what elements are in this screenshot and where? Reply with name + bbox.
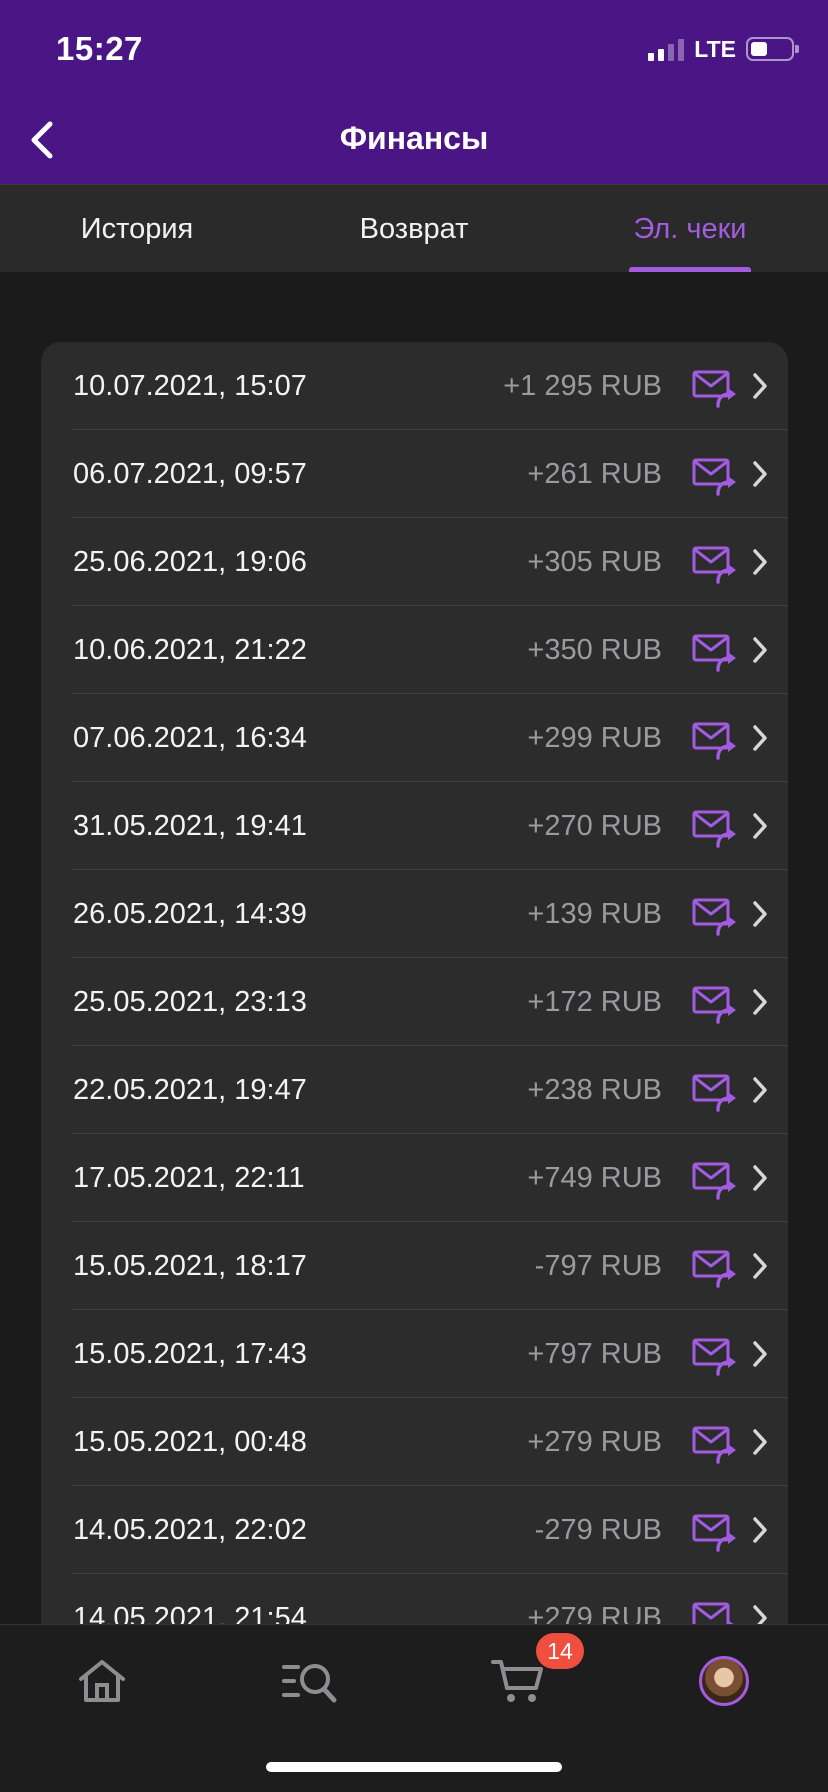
tab-history[interactable]: История: [30, 185, 244, 273]
receipt-list: 10.07.2021, 15:07 +1 295 RUB 06.07.2021, 0…: [41, 342, 788, 1742]
cart-count-badge: 14: [536, 1633, 584, 1669]
cart-icon: [491, 1660, 543, 1702]
home-indicator: [266, 1762, 562, 1772]
signal-icon: [648, 37, 685, 61]
chevron-right-icon: [753, 1077, 767, 1103]
tab-refund[interactable]: Возврат: [308, 185, 520, 273]
chevron-right-icon: [753, 1165, 767, 1191]
receipt-row[interactable]: 31.05.2021, 19:41 +270 RUB: [41, 782, 788, 870]
chevron-right-icon: [753, 1517, 767, 1543]
receipt-amount: +1 295 RUB: [503, 370, 662, 402]
nav-catalog-search[interactable]: [270, 1649, 350, 1713]
receipt-date: 25.06.2021, 19:06: [73, 546, 307, 578]
receipt-date: 26.05.2021, 14:39: [73, 898, 307, 930]
chevron-right-icon: [753, 725, 767, 751]
receipt-date: 15.05.2021, 18:17: [73, 1250, 307, 1282]
receipt-amount: +270 RUB: [527, 810, 662, 842]
active-tab-indicator: [629, 267, 751, 272]
receipt-date: 06.07.2021, 09:57: [73, 458, 307, 490]
profile-avatar: [699, 1656, 749, 1706]
receipt-date: 07.06.2021, 16:34: [73, 722, 307, 754]
receipt-amount: +139 RUB: [527, 898, 662, 930]
mail-forward-icon[interactable]: [692, 1160, 736, 1200]
receipt-amount: -279 RUB: [534, 1514, 662, 1546]
tab-e-receipts[interactable]: Эл. чеки: [600, 185, 780, 273]
chevron-right-icon: [753, 813, 767, 839]
mail-forward-icon[interactable]: [692, 1424, 736, 1464]
mail-forward-icon[interactable]: [692, 1248, 736, 1288]
chevron-right-icon: [753, 989, 767, 1015]
receipt-date: 31.05.2021, 19:41: [73, 810, 307, 842]
status-time: 15:27: [56, 30, 143, 67]
chevron-right-icon: [753, 373, 767, 399]
chevron-right-icon: [753, 461, 767, 487]
receipt-date: 17.05.2021, 22:11: [73, 1162, 305, 1194]
mail-forward-icon[interactable]: [692, 984, 736, 1024]
chevron-right-icon: [753, 1253, 767, 1279]
receipt-date: 25.05.2021, 23:13: [73, 986, 307, 1018]
receipt-amount: +749 RUB: [527, 1162, 662, 1194]
chevron-right-icon: [753, 1429, 767, 1455]
receipt-row[interactable]: 10.07.2021, 15:07 +1 295 RUB: [41, 342, 788, 430]
receipt-date: 14.05.2021, 22:02: [73, 1514, 307, 1546]
receipt-row[interactable]: 25.05.2021, 23:13 +172 RUB: [41, 958, 788, 1046]
receipt-amount: -797 RUB: [534, 1250, 662, 1282]
chevron-right-icon: [753, 549, 767, 575]
receipt-row[interactable]: 06.07.2021, 09:57 +261 RUB: [41, 430, 788, 518]
receipt-date: 10.07.2021, 15:07: [73, 370, 307, 402]
chevron-right-icon: [753, 1341, 767, 1367]
receipt-row[interactable]: 15.05.2021, 00:48 +279 RUB: [41, 1398, 788, 1486]
mail-forward-icon[interactable]: [692, 720, 736, 760]
receipt-row[interactable]: 15.05.2021, 18:17 -797 RUB: [41, 1222, 788, 1310]
finance-screen: 15:27 LTE Финансы История Возврат Эл. че…: [0, 0, 828, 1792]
mail-forward-icon[interactable]: [692, 368, 736, 408]
receipt-date: 15.05.2021, 17:43: [73, 1338, 307, 1370]
mail-forward-icon[interactable]: [692, 1072, 736, 1112]
catalog-search-icon: [282, 1664, 337, 1703]
nav-home[interactable]: [62, 1649, 142, 1713]
mail-forward-icon[interactable]: [692, 1336, 736, 1376]
mail-forward-icon[interactable]: [692, 544, 736, 584]
battery-icon: [746, 37, 799, 61]
app-header: 15:27 LTE Финансы: [0, 0, 828, 184]
receipt-row[interactable]: 26.05.2021, 14:39 +139 RUB: [41, 870, 788, 958]
finance-tabs: История Возврат Эл. чеки: [0, 184, 828, 272]
receipt-amount: +797 RUB: [527, 1338, 662, 1370]
receipt-date: 10.06.2021, 21:22: [73, 634, 307, 666]
network-label: LTE: [694, 35, 736, 62]
receipt-date: 15.05.2021, 00:48: [73, 1426, 307, 1458]
receipt-amount: +350 RUB: [527, 634, 662, 666]
receipt-row[interactable]: 15.05.2021, 17:43 +797 RUB: [41, 1310, 788, 1398]
receipt-date: 22.05.2021, 19:47: [73, 1074, 307, 1106]
home-icon: [79, 1660, 125, 1702]
mail-forward-icon[interactable]: [692, 1512, 736, 1552]
receipt-amount: +261 RUB: [527, 458, 662, 490]
nav-profile[interactable]: [684, 1649, 764, 1713]
receipt-amount: +305 RUB: [527, 546, 662, 578]
chevron-right-icon: [753, 637, 767, 663]
mail-forward-icon[interactable]: [692, 896, 736, 936]
chevron-right-icon: [753, 901, 767, 927]
receipt-row[interactable]: 17.05.2021, 22:11 +749 RUB: [41, 1134, 788, 1222]
status-indicators: LTE: [648, 34, 799, 64]
receipt-row[interactable]: 14.05.2021, 22:02 -279 RUB: [41, 1486, 788, 1574]
receipt-amount: +299 RUB: [527, 722, 662, 754]
receipt-amount: +279 RUB: [527, 1426, 662, 1458]
page-title: Финансы: [339, 120, 489, 156]
receipt-amount: +238 RUB: [527, 1074, 662, 1106]
mail-forward-icon[interactable]: [692, 808, 736, 848]
mail-forward-icon[interactable]: [692, 456, 736, 496]
receipt-row[interactable]: 10.06.2021, 21:22 +350 RUB: [41, 606, 788, 694]
receipt-row[interactable]: 07.06.2021, 16:34 +299 RUB: [41, 694, 788, 782]
receipt-amount: +172 RUB: [527, 986, 662, 1018]
receipt-row[interactable]: 22.05.2021, 19:47 +238 RUB: [41, 1046, 788, 1134]
receipt-row[interactable]: 25.06.2021, 19:06 +305 RUB: [41, 518, 788, 606]
mail-forward-icon[interactable]: [692, 632, 736, 672]
